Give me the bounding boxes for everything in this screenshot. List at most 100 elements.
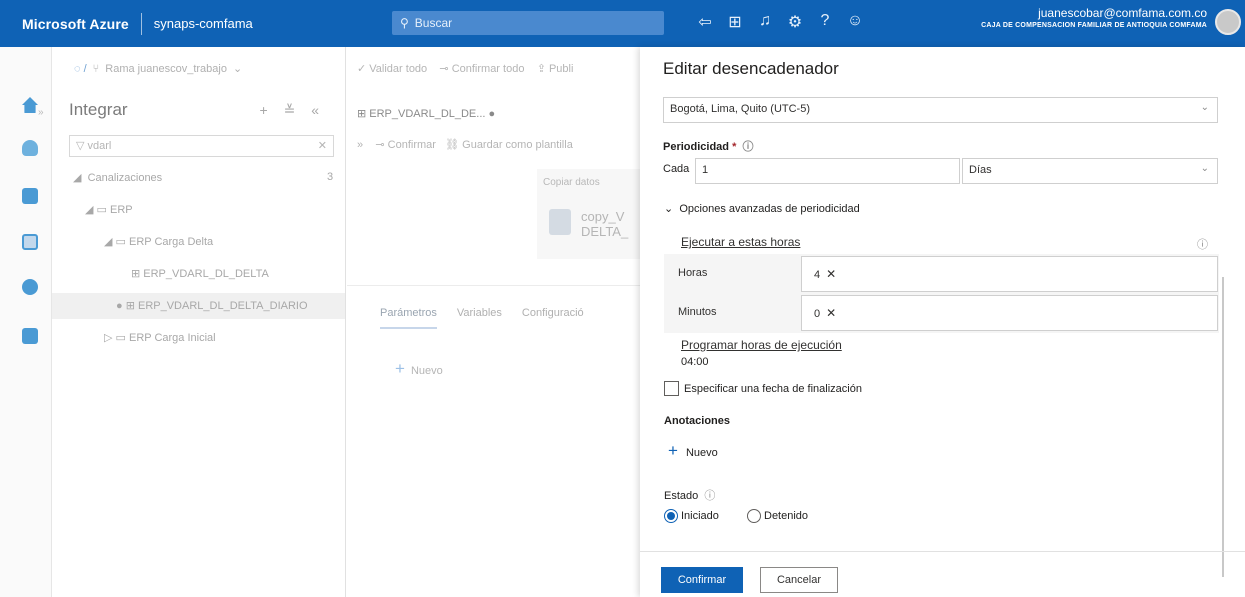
end-date-checkbox[interactable] [664, 381, 679, 396]
remove-tag-icon[interactable]: ✕ [826, 306, 836, 320]
advanced-options-toggle[interactable]: ⌄ Opciones avanzadas de periodicidad [664, 202, 860, 215]
folder-icon: ▭ [115, 332, 126, 344]
user-email: juanescobar@comfama.com.co [1038, 6, 1207, 20]
publish-button[interactable]: Publi [549, 63, 573, 75]
schedule-hours-link[interactable]: Programar horas de ejecución [681, 338, 842, 352]
recurrence-label: Periodicidad * ⓘ [663, 141, 754, 153]
chevron-down-icon: ⌄ [664, 203, 674, 215]
tree-folder-inicial[interactable]: ▷ ▭ ERP Carga Inicial [104, 331, 216, 344]
hours-label: Horas [678, 267, 708, 279]
search-input[interactable]: ⚲ Buscar [392, 11, 664, 35]
pipeline-label: ERP_VDARL_DL_DELTA_DIARIO [137, 300, 308, 312]
activity-name-cont: DELTA_ [581, 224, 629, 239]
workspace-name[interactable]: synaps-comfama [154, 16, 253, 31]
annotations-label: Anotaciones [664, 415, 731, 427]
confirm-button[interactable]: Confirmar [661, 567, 743, 593]
remove-tag-icon[interactable]: ✕ [826, 267, 836, 281]
feedback-person-icon[interactable]: ☺ [840, 12, 870, 32]
divider [640, 551, 1245, 552]
tree-section-pipelines[interactable]: ◢ Canalizaciones [73, 171, 162, 184]
filter-input[interactable]: ▽ vdarl ✕ [69, 135, 334, 157]
new-parameter-button[interactable]: + Nuevo [395, 359, 443, 379]
expand-icon[interactable]: » [38, 107, 44, 118]
settings-icon[interactable]: ⚙ [780, 12, 810, 32]
save-template-button[interactable]: Guardar como plantilla [462, 139, 573, 151]
status-started-radio[interactable] [664, 509, 678, 523]
new-label: Nuevo [410, 365, 443, 377]
unit-value: Días [969, 164, 992, 176]
develop-icon[interactable] [22, 188, 38, 204]
tree-pipeline-delta[interactable]: ⊞ ERP_VDARL_DL_DELTA [131, 267, 269, 280]
tab-pipeline[interactable]: ⊞ ERP_VDARL_DL_DE... ● [357, 107, 495, 120]
tab-bar: ⊞ ERP_VDARL_DL_DE... ● [347, 96, 640, 132]
validate-all-button[interactable]: Validar todo [369, 63, 427, 75]
status-stopped-radio[interactable] [747, 509, 761, 523]
explorer-title: Integrar [69, 100, 128, 119]
schedule-value: 04:00 [681, 356, 709, 368]
manage-icon[interactable] [22, 328, 38, 344]
pipeline-icon: ⊞ [131, 268, 141, 280]
filter-value: vdarl [87, 140, 112, 152]
status-started-label: Iniciado [681, 510, 719, 522]
panel-scrollbar[interactable] [1222, 277, 1224, 577]
run-at-hours-link[interactable]: Ejecutar a estas horas [681, 235, 800, 249]
confirm-all-button[interactable]: Confirmar todo [452, 63, 525, 75]
panel-title: Editar desencadenador [663, 59, 839, 78]
activity-type-label: Copiar datos [537, 169, 657, 197]
validate-icon: ✓ [357, 63, 367, 75]
info-icon: ⓘ [1197, 239, 1208, 251]
every-label: Cada [663, 163, 690, 175]
divider [140, 12, 142, 35]
tab-label: ERP_VDARL_DL_DE... [369, 108, 486, 120]
feedback-icon[interactable]: ⇦ [690, 12, 720, 32]
divider [347, 285, 640, 286]
advanced-label: Opciones avanzadas de periodicidad [679, 203, 860, 215]
tab-parameters[interactable]: Parámetros [380, 307, 437, 329]
user-account[interactable]: juanescobar@comfama.com.co CAJA DE COMPE… [981, 6, 1207, 29]
tree-folder-delta[interactable]: ◢ ▭ ERP Carga Delta [104, 235, 213, 248]
monitor-icon[interactable] [22, 279, 38, 295]
help-icon[interactable]: ? [810, 12, 840, 32]
filter-icon: ▽ [76, 140, 88, 152]
notifications-icon[interactable]: ♫ [750, 12, 780, 32]
collapse-icon[interactable]: » [357, 139, 363, 151]
avatar[interactable] [1215, 9, 1241, 35]
every-input[interactable]: 1 [695, 158, 960, 184]
explorer-actions[interactable]: + ≚ « [260, 102, 325, 119]
cancel-button[interactable]: Cancelar [760, 567, 838, 593]
folder-icon: ▭ [115, 236, 126, 248]
hours-tag: 4 [814, 269, 821, 281]
chevron-down-icon: ⌄ [232, 63, 243, 75]
tree-pipeline-delta-diario[interactable]: ● ⊞ ERP_VDARL_DL_DELTA_DIARIO [52, 293, 345, 319]
integrate-explorer: ◌ / ⑂ Rama juanescov_trabajo ⌄ Integrar … [52, 47, 346, 597]
plus-icon: + [395, 359, 405, 378]
minutes-row: Minutos 0 ✕ [664, 293, 1219, 333]
brand-name[interactable]: Microsoft Azure [0, 16, 129, 32]
unit-select[interactable]: Días ⌄ [962, 158, 1218, 184]
chevron-down-icon: ⌄ [1200, 163, 1209, 174]
clear-filter-icon[interactable]: ✕ [318, 139, 327, 153]
integrate-icon[interactable] [22, 234, 38, 250]
pipeline-icon: ⊞ [125, 300, 135, 312]
new-annotation-button[interactable]: + Nuevo [668, 441, 718, 461]
home-icon[interactable] [22, 97, 38, 113]
confirm-button[interactable]: Confirmar [388, 139, 436, 151]
new-label: Nuevo [685, 447, 718, 459]
data-icon[interactable] [22, 140, 38, 156]
bottom-tabs: Parámetros Variables Configuració [380, 307, 584, 329]
section-label: Canalizaciones [87, 172, 163, 184]
folder-label: ERP Carga Delta [128, 236, 214, 248]
tree-folder-erp[interactable]: ◢ ▭ ERP [85, 203, 133, 216]
top-bar: Microsoft Azure synaps-comfama ⚲ Buscar … [0, 0, 1245, 47]
minutes-input[interactable]: 0 ✕ [801, 295, 1218, 331]
tab-configuration[interactable]: Configuració [522, 307, 584, 329]
directory-icon[interactable]: ⊞ [720, 12, 750, 32]
tab-variables[interactable]: Variables [457, 307, 502, 329]
pipeline-icon: ⊞ [357, 108, 367, 120]
hours-input[interactable]: 4 ✕ [801, 256, 1218, 292]
unsaved-dot-icon: ● [488, 108, 496, 120]
branch-selector[interactable]: ◌ / ⑂ Rama juanescov_trabajo ⌄ [74, 62, 243, 76]
timezone-select[interactable]: Bogotá, Lima, Quito (UTC-5) ⌄ [663, 97, 1218, 123]
copy-activity[interactable]: copy_V DELTA_ [537, 197, 657, 259]
info-icon: ⓘ [742, 141, 754, 153]
